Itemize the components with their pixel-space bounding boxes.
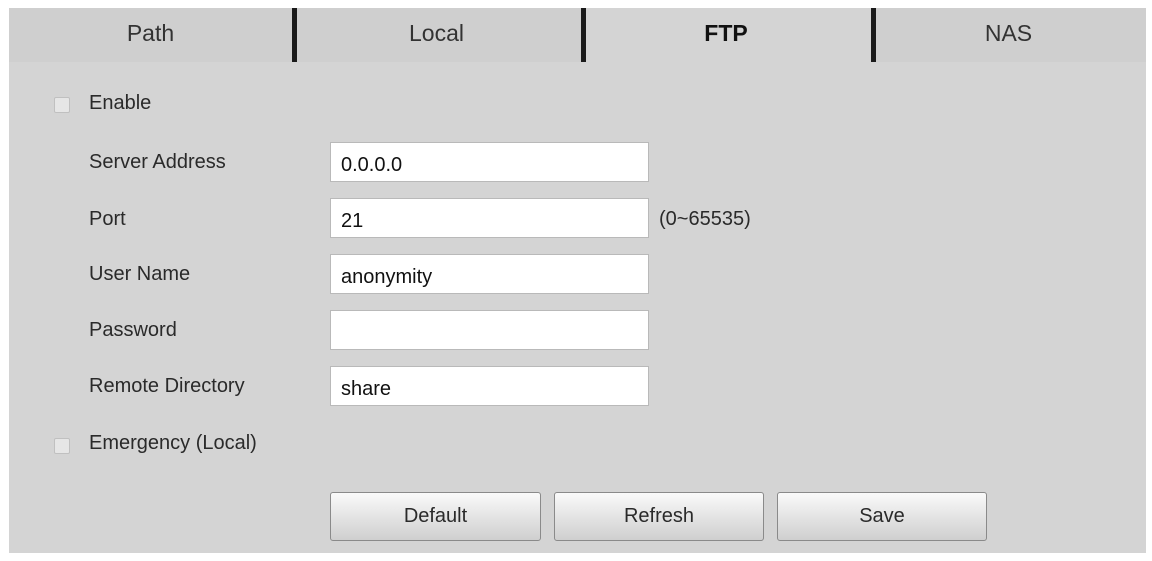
emergency-label: Emergency (Local): [89, 432, 257, 454]
tab-nas[interactable]: NAS: [871, 8, 1146, 62]
tab-separator: [581, 8, 586, 62]
tab-path[interactable]: Path: [9, 8, 292, 62]
refresh-button[interactable]: Refresh: [554, 492, 764, 541]
default-button[interactable]: Default: [330, 492, 541, 541]
server-address-input[interactable]: [330, 142, 649, 182]
tab-local-label: Local: [409, 20, 464, 46]
emergency-checkbox[interactable]: [54, 438, 70, 454]
ftp-settings-panel: Path Local FTP NAS Enable Server Address…: [9, 8, 1146, 553]
tab-ftp-label: FTP: [704, 20, 748, 46]
remote-directory-label: Remote Directory: [89, 375, 245, 397]
save-button[interactable]: Save: [777, 492, 987, 541]
password-label: Password: [89, 319, 177, 341]
enable-checkbox[interactable]: [54, 97, 70, 113]
tab-bar: Path Local FTP NAS: [9, 8, 1146, 62]
port-label: Port: [89, 208, 126, 230]
server-address-label: Server Address: [89, 151, 226, 173]
tab-separator: [871, 8, 876, 62]
tab-separator: [292, 8, 297, 62]
port-range-hint: (0~65535): [659, 208, 751, 230]
tab-ftp[interactable]: FTP: [581, 8, 871, 62]
user-name-label: User Name: [89, 263, 191, 285]
tab-path-label: Path: [126, 20, 175, 46]
remote-directory-input[interactable]: [330, 366, 649, 406]
password-input[interactable]: [330, 310, 649, 350]
tab-local[interactable]: Local: [292, 8, 581, 62]
enable-label: Enable: [89, 92, 152, 114]
port-input[interactable]: [330, 198, 649, 238]
tab-nas-label: NAS: [984, 20, 1033, 46]
user-name-input[interactable]: [330, 254, 649, 294]
